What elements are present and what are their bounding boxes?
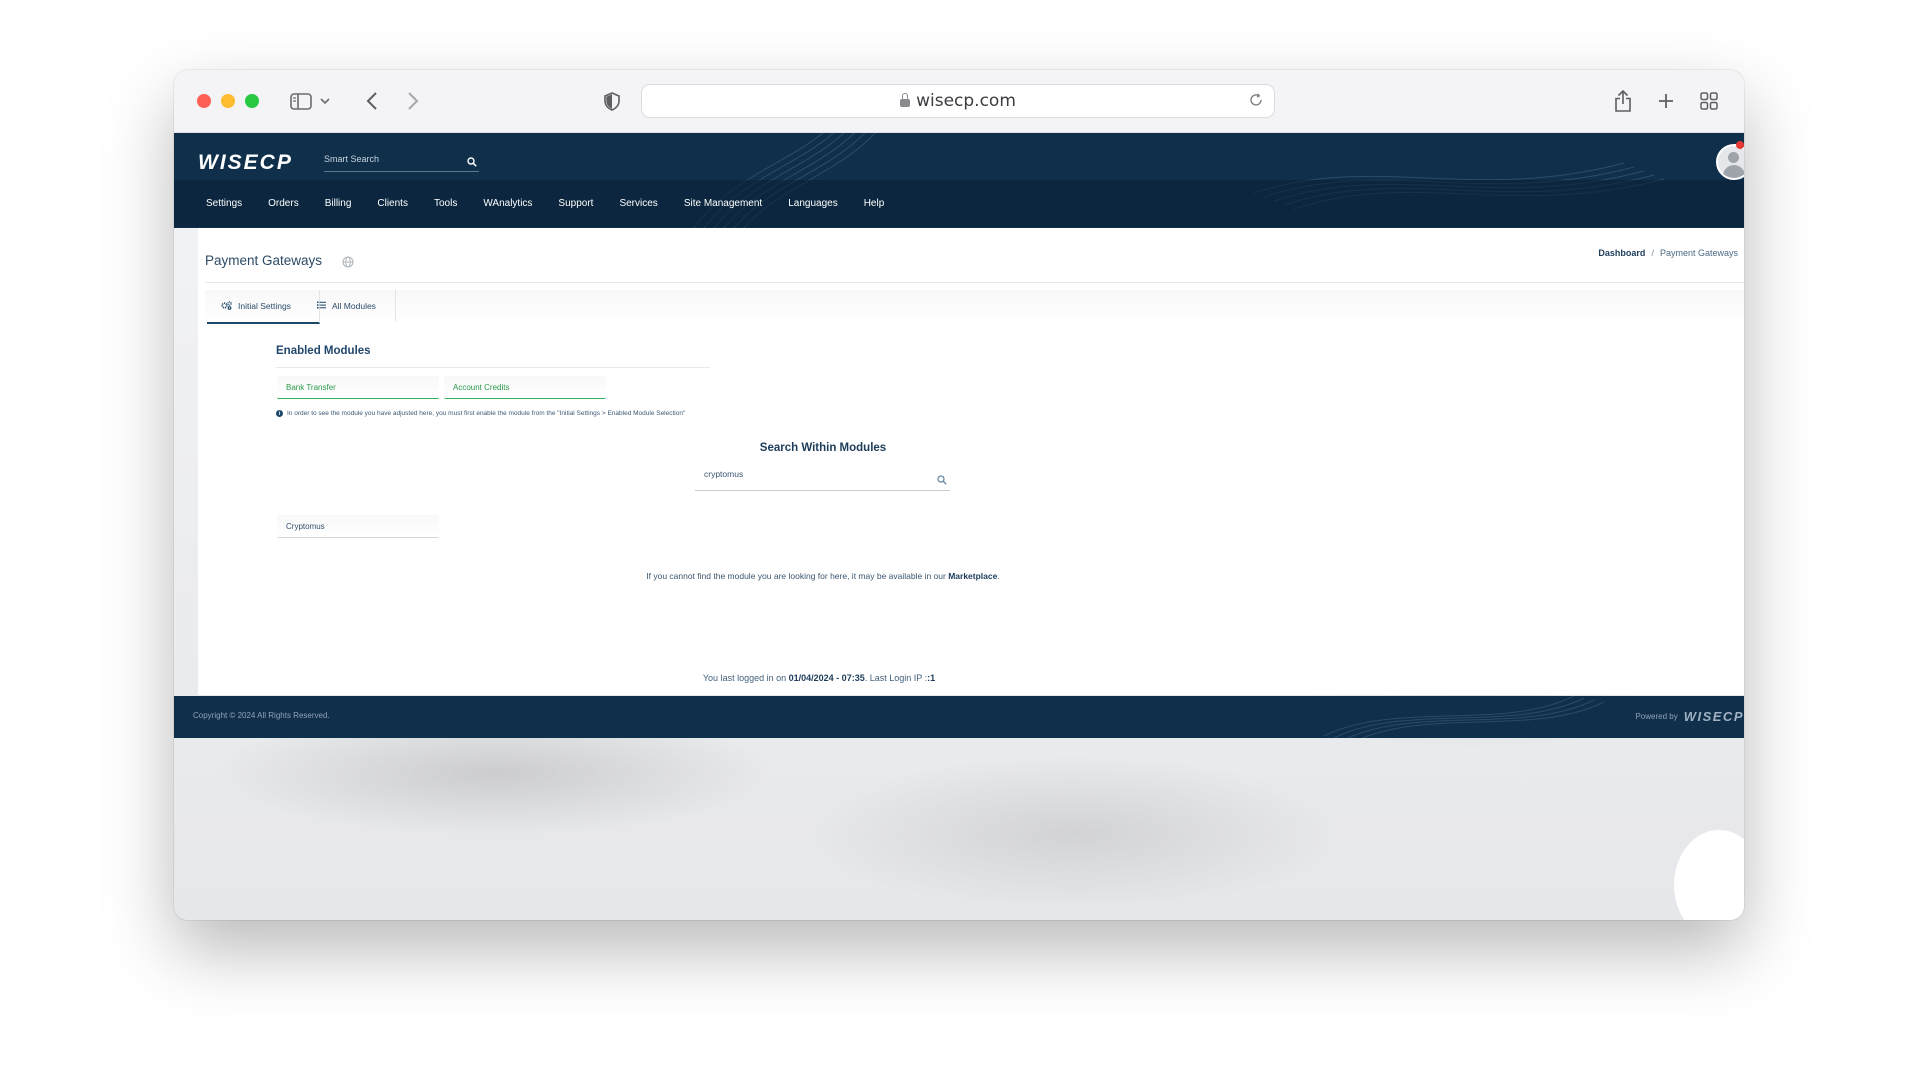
new-tab-icon[interactable] — [1654, 87, 1678, 115]
zoom-window-button[interactable] — [245, 94, 259, 108]
divider — [205, 282, 1744, 283]
search-icon[interactable] — [467, 154, 477, 172]
marketplace-note-text: If you cannot find the module you are lo… — [646, 571, 946, 581]
marketplace-note: If you cannot find the module you are lo… — [198, 571, 1448, 581]
content-card: Payment Gateways Dashboard / Payment Gatew… — [198, 228, 1744, 695]
marketplace-note-suffix: . — [997, 571, 1000, 581]
reload-icon[interactable] — [1246, 90, 1266, 110]
page-title: Payment Gateways — [205, 253, 323, 268]
globe-icon[interactable] — [342, 255, 354, 273]
tab-all-modules[interactable]: All Modules — [303, 290, 396, 322]
web-page: WISECP Settings Orders Billing Clients T… — [174, 133, 1744, 920]
user-avatar[interactable] — [1716, 144, 1744, 180]
site-header: WISECP Settings Orders Billing Clients T… — [174, 133, 1744, 228]
last-login-datetime: 01/04/2024 - 07:35 — [788, 673, 865, 683]
share-icon[interactable] — [1610, 87, 1636, 115]
breadcrumb-separator: / — [1651, 248, 1654, 258]
nav-settings[interactable]: Settings — [206, 198, 242, 209]
nav-languages[interactable]: Languages — [788, 198, 838, 209]
tab-all-modules-label: All Modules — [332, 301, 376, 311]
breadcrumb: Dashboard / Payment Gateways — [1598, 248, 1738, 258]
breadcrumb-dashboard[interactable]: Dashboard — [1598, 248, 1645, 258]
tab-initial-settings-label: Initial Settings — [238, 301, 291, 311]
privacy-shield-icon[interactable] — [601, 87, 623, 115]
minimize-window-button[interactable] — [221, 94, 235, 108]
nav-wanalytics[interactable]: WAnalytics — [483, 198, 532, 209]
back-arrow-icon[interactable] — [361, 87, 383, 115]
nav-support[interactable]: Support — [558, 198, 593, 209]
site-footer: Copyright © 2024 All Rights Reserved. Po… — [174, 696, 1744, 738]
module-search-input[interactable] — [695, 465, 929, 479]
notification-badge[interactable] — [1736, 141, 1744, 149]
sidebar-toggle-icon[interactable] — [288, 87, 314, 115]
list-icon — [317, 301, 326, 311]
nav-services[interactable]: Services — [619, 198, 657, 209]
breadcrumb-current: Payment Gateways — [1659, 248, 1738, 258]
footer-wave-decoration — [1323, 696, 1605, 738]
copyright-text: Copyright © 2024 All Rights Reserved. — [193, 711, 330, 720]
marketplace-link[interactable]: Marketplace — [948, 571, 997, 581]
enable-module-note-text: In order to see the module you have adju… — [287, 410, 686, 417]
close-window-button[interactable] — [197, 94, 211, 108]
module-account-credits[interactable]: Account Credits — [444, 376, 606, 399]
nav-orders[interactable]: Orders — [268, 198, 299, 209]
lock-icon — [900, 93, 911, 107]
enable-module-note: i In order to see the module you have ad… — [276, 410, 685, 417]
module-search-heading: Search Within Modules — [759, 442, 887, 454]
module-search — [695, 464, 950, 491]
powered-by-label: Powered by — [1635, 712, 1678, 721]
divider — [276, 367, 710, 368]
module-cryptomus[interactable]: Cryptomus — [277, 515, 439, 538]
smart-search-input[interactable] — [324, 150, 454, 164]
chevron-down-icon[interactable] — [318, 87, 332, 115]
tab-overview-icon[interactable] — [1696, 87, 1722, 115]
forward-arrow-icon[interactable] — [402, 87, 424, 115]
wisecp-logo[interactable]: WISECP — [198, 151, 293, 175]
gears-icon — [221, 300, 232, 312]
search-icon[interactable] — [937, 472, 947, 490]
info-icon: i — [276, 410, 283, 417]
address-bar[interactable]: wisecp.com — [641, 84, 1275, 118]
smart-search — [324, 149, 479, 172]
last-login-info: You last logged in on 01/04/2024 - 07:35… — [174, 673, 1464, 683]
last-login-ip-label: . Last Login IP : — [864, 673, 928, 683]
nav-tools[interactable]: Tools — [434, 198, 457, 209]
module-bank-transfer[interactable]: Bank Transfer — [277, 376, 439, 399]
nav-clients[interactable]: Clients — [377, 198, 408, 209]
url-text: wisecp.com — [916, 91, 1016, 111]
decorative-blob — [1674, 830, 1744, 920]
enabled-modules-heading: Enabled Modules — [276, 345, 371, 357]
main-nav: Settings Orders Billing Clients Tools WA… — [174, 180, 1744, 227]
tab-bar: Initial Settings All Modules — [205, 290, 1744, 324]
last-login-prefix: You last logged in on — [702, 673, 787, 683]
nav-help[interactable]: Help — [864, 198, 885, 209]
footer-wisecp-logo[interactable]: WISECP — [1684, 709, 1744, 724]
powered-by: Powered by WISECP — [1635, 709, 1744, 724]
nav-billing[interactable]: Billing — [325, 198, 352, 209]
nav-site-management[interactable]: Site Management — [684, 198, 762, 209]
browser-toolbar: wisecp.com — [174, 70, 1744, 133]
last-login-ip: :1 — [927, 673, 936, 683]
browser-window: wisecp.com WISECP Smart Search Settings … — [174, 70, 1744, 920]
